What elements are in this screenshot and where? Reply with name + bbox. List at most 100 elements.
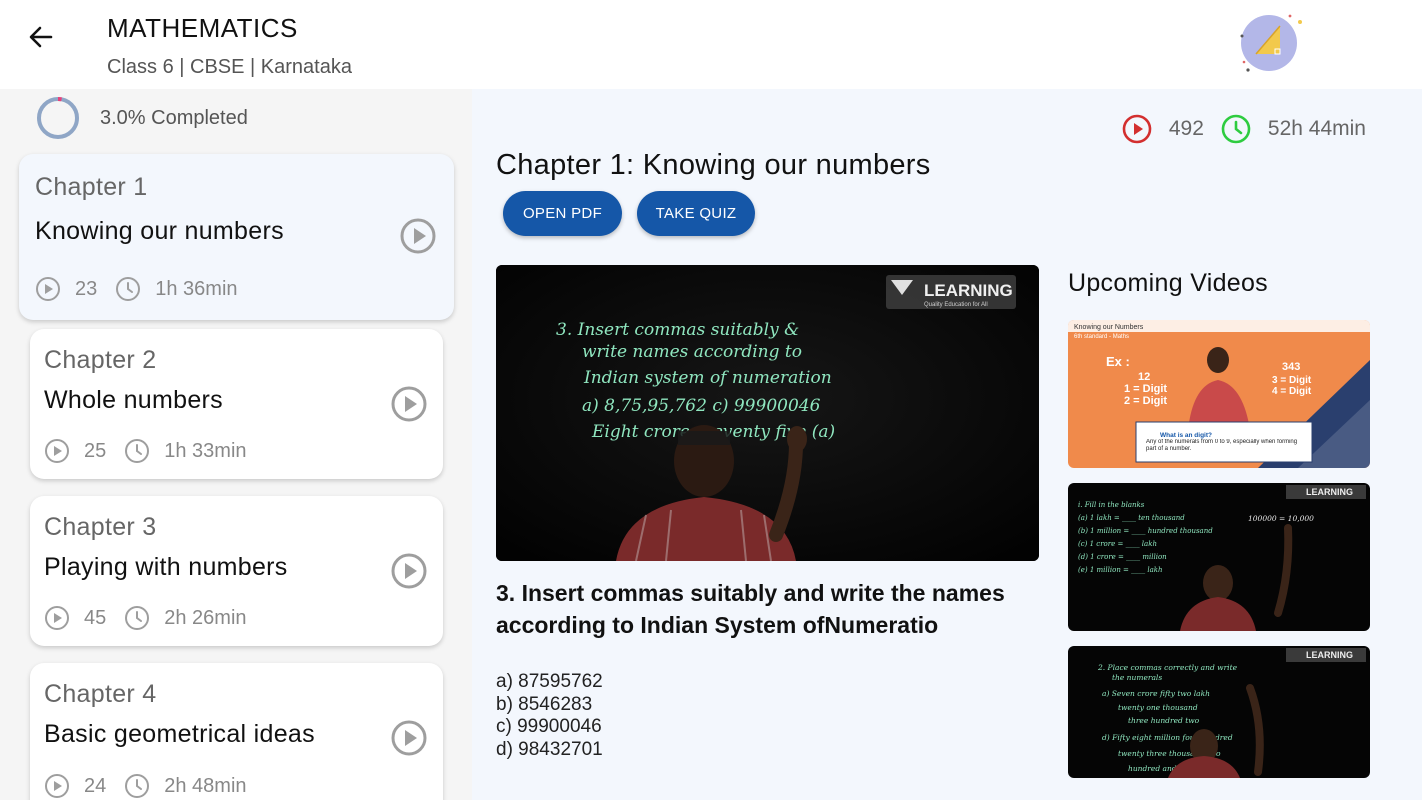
video-count: 25 xyxy=(84,439,107,462)
play-count-icon xyxy=(45,606,69,630)
thumb-line: (c) 1 crore = ____ lakh xyxy=(1078,540,1157,548)
question-text: 3. Insert commas suitably and write the … xyxy=(496,580,1005,638)
thumbnail-image: LEARNING 2. Place commas correctly and w… xyxy=(1068,646,1370,778)
board-line: write names according to xyxy=(582,342,802,362)
video-count: 24 xyxy=(84,774,107,797)
upcoming-video-2[interactable]: LEARNING i. Fill in the blanks (a) 1 lak… xyxy=(1068,483,1370,631)
thumb-text: Ex : xyxy=(1106,354,1130,369)
page-subtitle: Class 6 | CBSE | Karnataka xyxy=(107,56,352,78)
option-a: a) 87595762 xyxy=(496,671,603,692)
play-circle-icon[interactable] xyxy=(390,385,428,423)
arrow-left-icon xyxy=(29,26,53,48)
thumbnail-image: LEARNING i. Fill in the blanks (a) 1 lak… xyxy=(1068,483,1370,631)
chapter-name: Basic geometrical ideas xyxy=(44,720,315,748)
thumb-text: 3 = Digit xyxy=(1272,375,1312,386)
thumb-text: 4 = Digit xyxy=(1272,386,1312,397)
board-line: 3. Insert commas suitably & xyxy=(556,320,799,340)
thumb-caption-body: Any of the numerals from 0 to 9, especia… xyxy=(1146,439,1298,452)
video-brand: LEARNING xyxy=(924,281,1013,300)
chapter-name: Knowing our numbers xyxy=(35,217,284,245)
upcoming-video-3[interactable]: LEARNING 2. Place commas correctly and w… xyxy=(1068,646,1370,778)
total-duration: 52h 44min xyxy=(1267,117,1366,140)
thumb-header: Knowing our Numbers xyxy=(1074,324,1144,331)
board-line: Indian system of numeration xyxy=(583,368,832,388)
back-button[interactable] xyxy=(24,20,58,54)
app-header: MATHEMATICS Class 6 | CBSE | Karnataka xyxy=(0,0,1422,89)
thumb-line: three hundred two xyxy=(1128,716,1200,725)
option-b: b) 8546283 xyxy=(496,693,593,715)
thumb-line: (a) 1 lakh = ____ ten thousand xyxy=(1078,514,1185,522)
chapter-card-4[interactable]: Chapter 4 Basic geometrical ideas 24 2h … xyxy=(30,663,443,800)
chapter-duration: 1h 33min xyxy=(164,439,247,462)
video-frame: LEARNING Quality Education for All 3. In… xyxy=(496,265,1039,561)
progress-text: 3.0% Completed xyxy=(100,107,248,129)
thumb-brand: LEARNING xyxy=(1306,487,1353,497)
chapter-meta: 23 1h 36min xyxy=(35,276,256,302)
chapter-meta: 24 2h 48min xyxy=(44,773,265,799)
thumbnail-image: Knowing our Numbers 6th standard - Maths… xyxy=(1068,320,1370,468)
chapter-duration: 1h 36min xyxy=(155,277,238,300)
upcoming-videos-title: Upcoming Videos xyxy=(1068,269,1268,297)
thumb-caption-title: What is an digit? xyxy=(1160,432,1212,439)
chapter-duration: 2h 26min xyxy=(164,606,247,629)
chapter-heading: Chapter 1: Knowing our numbers xyxy=(496,149,931,181)
video-player[interactable]: LEARNING Quality Education for All 3. In… xyxy=(496,265,1039,561)
play-count-icon xyxy=(45,774,69,798)
thumb-text: 12 xyxy=(1138,371,1150,383)
chapter-number: Chapter 4 xyxy=(44,680,157,708)
clock-icon xyxy=(125,606,150,630)
open-pdf-button[interactable]: OPEN PDF xyxy=(503,191,622,236)
chapter-card-2[interactable]: Chapter 2 Whole numbers 25 1h 33min xyxy=(30,329,443,479)
thumb-text: 343 xyxy=(1282,361,1300,373)
thumb-brand: LEARNING xyxy=(1306,650,1353,660)
thumb-line: (e) 1 million = ____ lakh xyxy=(1078,566,1163,574)
chapter-number: Chapter 2 xyxy=(44,346,157,374)
thumb-side-note: 100000 = 10,000 xyxy=(1248,514,1314,523)
options-list: a) 87595762 b) 8546283 c) 99900046 d) 98… xyxy=(496,671,603,761)
clock-icon xyxy=(125,774,150,798)
thumb-line: i. Fill in the blanks xyxy=(1078,501,1145,509)
play-count-icon xyxy=(36,277,60,301)
geometry-triangle-logo xyxy=(1240,14,1302,72)
chapter-name: Playing with numbers xyxy=(44,553,288,581)
chapter-card-3[interactable]: Chapter 3 Playing with numbers 45 2h 26m… xyxy=(30,496,443,646)
chapter-meta: 45 2h 26min xyxy=(44,605,265,631)
thumb-line: (b) 1 million = ____ hundred thousand xyxy=(1078,527,1213,535)
clock-icon xyxy=(116,277,141,301)
chapter-card-1[interactable]: Chapter 1 Knowing our numbers 23 1h 36mi… xyxy=(19,154,454,320)
chapter-name: Whole numbers xyxy=(44,386,223,414)
clock-icon xyxy=(125,439,150,463)
play-circle-icon[interactable] xyxy=(399,217,437,255)
upcoming-video-1[interactable]: Knowing our Numbers 6th standard - Maths… xyxy=(1068,320,1370,468)
chapter-number: Chapter 1 xyxy=(35,173,148,201)
progress-ring xyxy=(37,97,79,139)
course-stats: 492 52h 44min xyxy=(1121,113,1366,145)
thumb-line: 2. Place commas correctly and write xyxy=(1097,663,1238,672)
play-circle-icon[interactable] xyxy=(390,552,428,590)
take-quiz-button[interactable]: TAKE QUIZ xyxy=(637,191,755,236)
chapter-number: Chapter 3 xyxy=(44,513,157,541)
video-brand-tagline: Quality Education for All xyxy=(924,302,988,308)
option-d: d) 98432701 xyxy=(496,738,603,760)
total-videos: 492 xyxy=(1168,117,1204,140)
chapter-panel: 3.0% Completed Chapter 1 Knowing our num… xyxy=(0,89,472,800)
play-count-icon xyxy=(45,439,69,463)
play-circle-icon[interactable] xyxy=(390,719,428,757)
thumb-subheader: 6th standard - Maths xyxy=(1074,334,1129,340)
thumb-line: a) Seven crore fifty two lakh xyxy=(1102,689,1210,698)
thumb-text: 2 = Digit xyxy=(1124,395,1167,407)
thumb-text: 1 = Digit xyxy=(1124,383,1167,395)
option-c: c) 99900046 xyxy=(496,716,602,737)
thumb-line: (d) 1 crore = ____ million xyxy=(1078,553,1167,561)
video-count: 23 xyxy=(75,277,98,300)
chapter-detail: 492 52h 44min Chapter 1: Knowing our num… xyxy=(472,89,1422,800)
subject-logo xyxy=(1234,10,1306,78)
video-count: 45 xyxy=(84,606,107,629)
chapter-duration: 2h 48min xyxy=(164,774,247,797)
board-line: a) 8,75,95,762 c) 99900046 xyxy=(582,396,821,416)
thumb-line: the numerals xyxy=(1112,673,1162,682)
clock-green-icon xyxy=(1221,114,1251,144)
chapter-meta: 25 1h 33min xyxy=(44,438,265,464)
thumb-line: twenty one thousand xyxy=(1118,703,1198,712)
page-title: MATHEMATICS xyxy=(107,13,298,43)
